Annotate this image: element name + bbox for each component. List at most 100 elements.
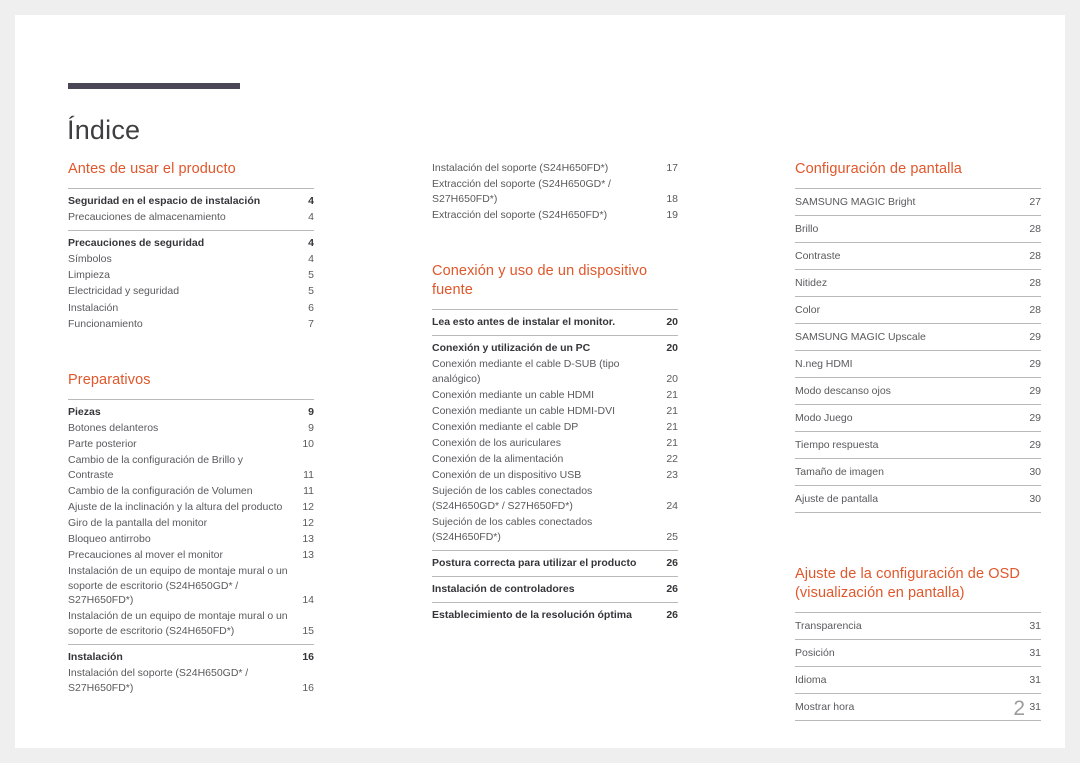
toc-entry-label: Extracción del soporte (S24H650FD*): [432, 208, 608, 221]
toc-group: Seguridad en el espacio de instalación 4 P…: [68, 188, 314, 230]
toc-entry-color[interactable]: Color 28: [795, 296, 1041, 323]
toc-entry-label: Instalación de un equipo de montaje mura…: [68, 610, 288, 638]
toc-entry-establecimiento-de-la-resolucion-optima[interactable]: Establecimiento de la resolución óptima 2…: [432, 607, 678, 623]
toc-entry-nitidez[interactable]: Nitidez 28: [795, 269, 1041, 296]
toc-entry-label: Sujeción de los cables conectados (S24H6…: [432, 516, 593, 543]
toc-column-2: Instalación del soporte (S24H650FD*) 17 Ex…: [432, 160, 678, 628]
toc-entry-label: Limpieza: [68, 269, 111, 282]
toc-entry-page-number: 29: [1029, 331, 1041, 343]
toc-entry-limpieza[interactable]: Limpieza 5: [68, 267, 314, 283]
toc-entry-extraccion-del-soporte-s24h650fd[interactable]: Extracción del soporte (S24H650FD*) 19: [432, 207, 678, 223]
toc-section-heading: Ajuste de la configuración de OSD (visua…: [795, 566, 1020, 601]
toc-entry-samsung-magic-bright[interactable]: SAMSUNG MAGIC Bright 27: [795, 188, 1041, 215]
toc-entry-precauciones-al-mover-el-monitor[interactable]: Precauciones al mover el monitor 13: [68, 547, 314, 563]
toc-entry-seguridad-en-el-espacio-de-instalacion[interactable]: Seguridad en el espacio de instalación 4: [68, 193, 314, 209]
toc-entry-lea-esto-antes-de-instalar-el-monitor[interactable]: Lea esto antes de instalar el monitor. 20: [432, 314, 678, 330]
toc-entry-giro-de-la-pantalla-del-monitor[interactable]: Giro de la pantalla del monitor 12: [68, 515, 314, 531]
toc-entry-page-number: 25: [666, 530, 678, 543]
toc-entry-cambio-de-la-configuracion-de-brillo-y-c[interactable]: Cambio de la configuración de Brillo y C…: [68, 452, 314, 483]
toc-entry-tamano-de-imagen[interactable]: Tamaño de imagen 30: [795, 458, 1041, 485]
toc-entry-instalacion-de-un-equipo-de-montaje-mura[interactable]: Instalación de un equipo de montaje mura…: [68, 608, 314, 639]
toc-entry-sujecion-de-los-cables-conectados-s24h65[interactable]: Sujeción de los cables conectados (S24H6…: [432, 483, 678, 514]
toc-entry-label: Nitidez: [795, 277, 828, 289]
toc-entry-transparencia[interactable]: Transparencia 31: [795, 612, 1041, 639]
toc-entry-page-number: 11: [303, 468, 314, 481]
toc-entry-page-number: 4: [308, 195, 314, 207]
toc-entry-page-number: 20: [666, 372, 678, 385]
toc-entry-tiempo-respuesta[interactable]: Tiempo respuesta 29: [795, 431, 1041, 458]
toc-entry-label: Modo descanso ojos: [795, 385, 891, 397]
toc-entry-label: Cambio de la configuración de Brillo y C…: [68, 454, 244, 481]
toc-entry-piezas[interactable]: Piezas 9: [68, 404, 314, 420]
toc-entry-parte-posterior[interactable]: Parte posterior 10: [68, 436, 314, 452]
toc-entry-mostrar-hora[interactable]: Mostrar hora 31: [795, 693, 1041, 721]
page-number: 2: [1013, 697, 1025, 720]
toc-entry-modo-juego[interactable]: Modo Juego 29: [795, 404, 1041, 431]
toc-entry-label: Instalación: [68, 651, 123, 664]
toc-entry-label: Conexión mediante el cable DP: [432, 420, 579, 433]
toc-entry-modo-descanso-ojos[interactable]: Modo descanso ojos 29: [795, 377, 1041, 404]
toc-entry-instalacion-del-soporte-s24h650fd[interactable]: Instalación del soporte (S24H650FD*) 17: [432, 160, 678, 176]
toc-entry-conexion-mediante-un-cable-hdmi-dvi[interactable]: Conexión mediante un cable HDMI-DVI 21: [432, 403, 678, 419]
toc-entry-sujecion-de-los-cables-conectados-s24h65[interactable]: Sujeción de los cables conectados (S24H6…: [432, 514, 678, 545]
toc-entry-label: Tiempo respuesta: [795, 439, 879, 451]
toc-entry-label: Color: [795, 304, 821, 316]
toc-entry-simbolos[interactable]: Símbolos 4: [68, 251, 314, 267]
toc-entry-page-number: 17: [666, 162, 678, 174]
toc-entry-instalacion-de-controladores[interactable]: Instalación de controladores 26: [432, 581, 678, 597]
toc-entry-ajuste-de-la-inclinacion-y-la-altura-del[interactable]: Ajuste de la inclinación y la altura del…: [68, 499, 314, 515]
toc-entry-contraste[interactable]: Contraste 28: [795, 242, 1041, 269]
toc-section-heading: Antes de usar el producto: [68, 161, 236, 177]
toc-entry-idioma[interactable]: Idioma 31: [795, 666, 1041, 693]
toc-entry-precauciones-de-almacenamiento[interactable]: Precauciones de almacenamiento 4: [68, 209, 314, 225]
toc-entry-page-number: 29: [1029, 412, 1041, 424]
toc-entry-precauciones-de-seguridad[interactable]: Precauciones de seguridad 4: [68, 235, 314, 251]
toc-entry-bloqueo-antirrobo[interactable]: Bloqueo antirrobo 13: [68, 531, 314, 547]
toc-entry-instalacion[interactable]: Instalación 16: [68, 649, 314, 665]
page-title: Índice: [67, 115, 141, 146]
toc-entry-posicion[interactable]: Posición 31: [795, 639, 1041, 666]
toc-entry-postura-correcta-para-utilizar-el-produc[interactable]: Postura correcta para utilizar el produc…: [432, 555, 678, 571]
toc-entry-page-number: 4: [308, 253, 314, 266]
toc-section-configuracion-de-pantalla: Configuración de pantalla SAMSUNG MAGIC B…: [795, 160, 1041, 513]
toc-entry-page-number: 27: [1029, 196, 1041, 208]
toc-entry-conexion-mediante-un-cable-hdmi[interactable]: Conexión mediante un cable HDMI 21: [432, 387, 678, 403]
toc-entry-instalacion-del-soporte-s24h650gd-s27h65[interactable]: Instalación del soporte (S24H650GD* / S2…: [68, 665, 314, 696]
toc-entry-page-number: 11: [303, 484, 314, 497]
toc-section-heading: Configuración de pantalla: [795, 161, 962, 177]
toc-entry-conexion-mediante-el-cable-dp[interactable]: Conexión mediante el cable DP 21: [432, 419, 678, 435]
toc-entry-page-number: 16: [302, 651, 314, 664]
toc-section-heading: Conexión y uso de un dispositivo fuente: [432, 262, 648, 298]
toc-entry-cambio-de-la-configuracion-de-volumen[interactable]: Cambio de la configuración de Volumen 11: [68, 483, 314, 499]
toc-entry-funcionamiento[interactable]: Funcionamiento 7: [68, 316, 314, 332]
document-page: Índice Antes de usar el producto Segurida…: [15, 15, 1065, 748]
toc-entry-label: Conexión de los auriculares: [432, 437, 561, 450]
toc-entry-page-number: 13: [302, 549, 314, 562]
toc-entry-ajuste-de-pantalla[interactable]: Ajuste de pantalla 30: [795, 485, 1041, 513]
toc-entry-n-neg-hdmi[interactable]: N.neg HDMI 29: [795, 350, 1041, 377]
toc-entry-label: Ajuste de la inclinación y la altura del…: [68, 500, 283, 513]
toc-entry-page-number: 5: [308, 285, 314, 298]
toc-entry-page-number: 5: [308, 269, 314, 282]
toc-entry-label: Instalación del soporte (S24H650FD*): [432, 162, 609, 174]
toc-entry-page-number: 21: [666, 388, 678, 401]
toc-entry-samsung-magic-upscale[interactable]: SAMSUNG MAGIC Upscale 29: [795, 323, 1041, 350]
toc-entry-label: Establecimiento de la resolución óptima: [432, 608, 632, 621]
toc-entry-electricidad-y-seguridad[interactable]: Electricidad y seguridad 5: [68, 283, 314, 299]
toc-entry-conexion-mediante-el-cable-d-sub-tipo-an[interactable]: Conexión mediante el cable D-SUB (tipo a…: [432, 356, 678, 387]
toc-entry-label: Instalación: [68, 301, 119, 314]
toc-entry-page-number: 28: [1029, 250, 1041, 262]
toc-entry-botones-delanteros[interactable]: Botones delanteros 9: [68, 420, 314, 436]
toc-entry-conexion-y-utilizacion-de-un-pc[interactable]: Conexión y utilización de un PC 20: [432, 340, 678, 356]
toc-entry-label: Instalación del soporte (S24H650GD* / S2…: [68, 667, 249, 694]
toc-entry-brillo[interactable]: Brillo 28: [795, 215, 1041, 242]
toc-entry-conexion-de-un-dispositivo-usb[interactable]: Conexión de un dispositivo USB 23: [432, 467, 678, 483]
toc-entry-extraccion-del-soporte-s24h650gd-s27h650[interactable]: Extracción del soporte (S24H650GD* / S27…: [432, 176, 678, 207]
toc-entry-instalacion-de-un-equipo-de-montaje-mura[interactable]: Instalación de un equipo de montaje mura…: [68, 563, 314, 608]
toc-entry-page-number: 31: [1029, 647, 1041, 659]
toc-entry-instalacion[interactable]: Instalación 6: [68, 300, 314, 316]
toc-entry-conexion-de-los-auriculares[interactable]: Conexión de los auriculares 21: [432, 435, 678, 451]
toc-entry-page-number: 7: [308, 317, 314, 330]
toc-entry-conexion-de-la-alimentacion[interactable]: Conexión de la alimentación 22: [432, 451, 678, 467]
toc-entry-label: Instalación de un equipo de montaje mura…: [68, 565, 288, 607]
